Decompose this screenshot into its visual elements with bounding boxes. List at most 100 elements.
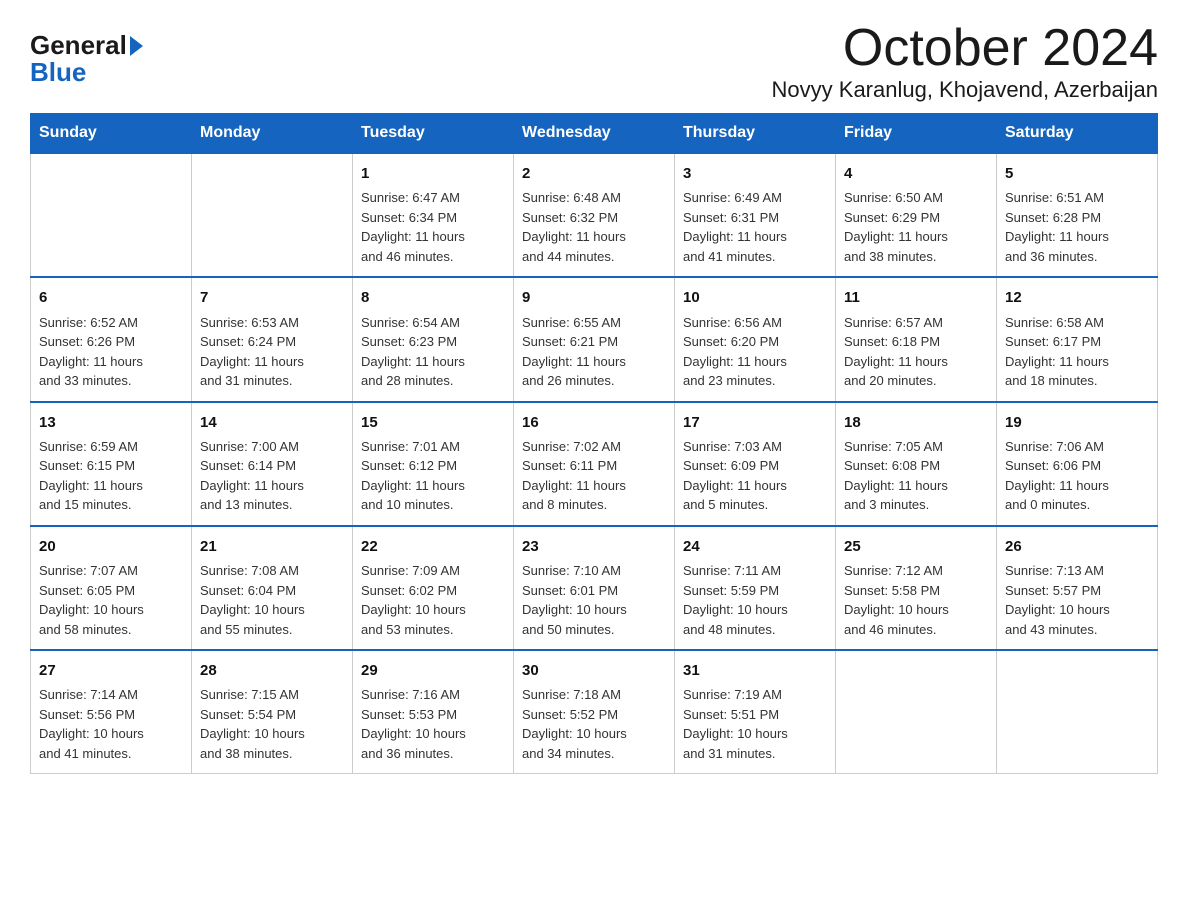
- calendar-cell: 10Sunrise: 6:56 AMSunset: 6:20 PMDayligh…: [675, 277, 836, 401]
- day-info: Sunrise: 6:51 AMSunset: 6:28 PMDaylight:…: [1005, 188, 1149, 266]
- calendar-cell: 6Sunrise: 6:52 AMSunset: 6:26 PMDaylight…: [31, 277, 192, 401]
- calendar-cell: 2 Sunrise: 6:48 AMSunset: 6:32 PMDaylight…: [514, 153, 675, 277]
- day-number: 3: [683, 162, 827, 185]
- day-number: 4: [844, 162, 988, 185]
- day-number: 23: [522, 535, 666, 558]
- calendar-cell: 19Sunrise: 7:06 AMSunset: 6:06 PMDayligh…: [997, 402, 1158, 526]
- day-info: Sunrise: 7:07 AMSunset: 6:05 PMDaylight:…: [39, 561, 183, 639]
- day-number: 27: [39, 659, 183, 682]
- calendar-week-4: 20 Sunrise: 7:07 AMSunset: 6:05 PMDayligh…: [31, 526, 1158, 650]
- calendar-cell: [192, 153, 353, 277]
- col-header-friday: Friday: [836, 114, 997, 154]
- day-number: 12: [1005, 286, 1149, 309]
- day-number: 20: [39, 535, 183, 558]
- day-info: Sunrise: 7:14 AMSunset: 5:56 PMDaylight:…: [39, 685, 183, 763]
- calendar-cell: 31Sunrise: 7:19 AMSunset: 5:51 PMDayligh…: [675, 650, 836, 774]
- calendar-cell: 7Sunrise: 6:53 AMSunset: 6:24 PMDaylight…: [192, 277, 353, 401]
- day-info: Sunrise: 7:16 AMSunset: 5:53 PMDaylight:…: [361, 685, 505, 763]
- day-number: 5: [1005, 162, 1149, 185]
- month-title: October 2024: [772, 20, 1158, 77]
- day-info: Sunrise: 7:10 AMSunset: 6:01 PMDaylight:…: [522, 561, 666, 639]
- day-info: Sunrise: 6:52 AMSunset: 6:26 PMDaylight:…: [39, 313, 183, 391]
- day-number: 13: [39, 411, 183, 434]
- calendar-cell: 12 Sunrise: 6:58 AMSunset: 6:17 PMDayligh…: [997, 277, 1158, 401]
- calendar-cell: 25 Sunrise: 7:12 AMSunset: 5:58 PMDayligh…: [836, 526, 997, 650]
- day-number: 11: [844, 286, 988, 309]
- calendar-week-5: 27 Sunrise: 7:14 AMSunset: 5:56 PMDayligh…: [31, 650, 1158, 774]
- calendar-cell: 13 Sunrise: 6:59 AMSunset: 6:15 PMDayligh…: [31, 402, 192, 526]
- calendar-cell: 22Sunrise: 7:09 AMSunset: 6:02 PMDayligh…: [353, 526, 514, 650]
- col-header-wednesday: Wednesday: [514, 114, 675, 154]
- calendar-cell: 16Sunrise: 7:02 AMSunset: 6:11 PMDayligh…: [514, 402, 675, 526]
- day-info: Sunrise: 6:57 AMSunset: 6:18 PMDaylight:…: [844, 313, 988, 391]
- calendar-cell: 3 Sunrise: 6:49 AMSunset: 6:31 PMDaylight…: [675, 153, 836, 277]
- day-info: Sunrise: 6:56 AMSunset: 6:20 PMDaylight:…: [683, 313, 827, 391]
- calendar-cell: 14 Sunrise: 7:00 AMSunset: 6:14 PMDayligh…: [192, 402, 353, 526]
- day-info: Sunrise: 6:48 AMSunset: 6:32 PMDaylight:…: [522, 188, 666, 266]
- calendar-cell: 11 Sunrise: 6:57 AMSunset: 6:18 PMDayligh…: [836, 277, 997, 401]
- day-info: Sunrise: 6:59 AMSunset: 6:15 PMDaylight:…: [39, 437, 183, 515]
- calendar-body: 1 Sunrise: 6:47 AMSunset: 6:34 PMDaylight…: [31, 153, 1158, 774]
- day-number: 26: [1005, 535, 1149, 558]
- day-info: Sunrise: 7:05 AMSunset: 6:08 PMDaylight:…: [844, 437, 988, 515]
- day-number: 18: [844, 411, 988, 434]
- day-info: Sunrise: 7:18 AMSunset: 5:52 PMDaylight:…: [522, 685, 666, 763]
- calendar-cell: 29 Sunrise: 7:16 AMSunset: 5:53 PMDayligh…: [353, 650, 514, 774]
- calendar-header: SundayMondayTuesdayWednesdayThursdayFrid…: [31, 114, 1158, 154]
- col-header-saturday: Saturday: [997, 114, 1158, 154]
- day-info: Sunrise: 6:58 AMSunset: 6:17 PMDaylight:…: [1005, 313, 1149, 391]
- day-info: Sunrise: 6:55 AMSunset: 6:21 PMDaylight:…: [522, 313, 666, 391]
- day-number: 19: [1005, 411, 1149, 434]
- title-area: October 2024 Novyy Karanlug, Khojavend, …: [772, 20, 1158, 103]
- day-info: Sunrise: 7:03 AMSunset: 6:09 PMDaylight:…: [683, 437, 827, 515]
- day-number: 15: [361, 411, 505, 434]
- calendar-cell: 26Sunrise: 7:13 AMSunset: 5:57 PMDayligh…: [997, 526, 1158, 650]
- calendar-cell: 5 Sunrise: 6:51 AMSunset: 6:28 PMDaylight…: [997, 153, 1158, 277]
- calendar-cell: 18 Sunrise: 7:05 AMSunset: 6:08 PMDayligh…: [836, 402, 997, 526]
- calendar-cell: 21Sunrise: 7:08 AMSunset: 6:04 PMDayligh…: [192, 526, 353, 650]
- day-number: 9: [522, 286, 666, 309]
- calendar-cell: 17 Sunrise: 7:03 AMSunset: 6:09 PMDayligh…: [675, 402, 836, 526]
- calendar-cell: 15 Sunrise: 7:01 AMSunset: 6:12 PMDayligh…: [353, 402, 514, 526]
- calendar-table: SundayMondayTuesdayWednesdayThursdayFrid…: [30, 113, 1158, 774]
- calendar-cell: [31, 153, 192, 277]
- calendar-cell: 23 Sunrise: 7:10 AMSunset: 6:01 PMDayligh…: [514, 526, 675, 650]
- day-info: Sunrise: 7:02 AMSunset: 6:11 PMDaylight:…: [522, 437, 666, 515]
- day-info: Sunrise: 6:50 AMSunset: 6:29 PMDaylight:…: [844, 188, 988, 266]
- calendar-week-3: 13 Sunrise: 6:59 AMSunset: 6:15 PMDayligh…: [31, 402, 1158, 526]
- day-info: Sunrise: 7:12 AMSunset: 5:58 PMDaylight:…: [844, 561, 988, 639]
- day-info: Sunrise: 7:08 AMSunset: 6:04 PMDaylight:…: [200, 561, 344, 639]
- day-info: Sunrise: 6:49 AMSunset: 6:31 PMDaylight:…: [683, 188, 827, 266]
- day-info: Sunrise: 7:15 AMSunset: 5:54 PMDaylight:…: [200, 685, 344, 763]
- day-info: Sunrise: 7:00 AMSunset: 6:14 PMDaylight:…: [200, 437, 344, 515]
- day-number: 24: [683, 535, 827, 558]
- header-row: SundayMondayTuesdayWednesdayThursdayFrid…: [31, 114, 1158, 154]
- calendar-cell: 8Sunrise: 6:54 AMSunset: 6:23 PMDaylight…: [353, 277, 514, 401]
- calendar-cell: 20 Sunrise: 7:07 AMSunset: 6:05 PMDayligh…: [31, 526, 192, 650]
- calendar-cell: [997, 650, 1158, 774]
- col-header-tuesday: Tuesday: [353, 114, 514, 154]
- calendar-cell: 24 Sunrise: 7:11 AMSunset: 5:59 PMDayligh…: [675, 526, 836, 650]
- day-number: 2: [522, 162, 666, 185]
- day-number: 17: [683, 411, 827, 434]
- day-info: Sunrise: 7:09 AMSunset: 6:02 PMDaylight:…: [361, 561, 505, 639]
- day-number: 25: [844, 535, 988, 558]
- logo-blue-text: Blue: [30, 57, 143, 88]
- col-header-thursday: Thursday: [675, 114, 836, 154]
- day-number: 29: [361, 659, 505, 682]
- day-info: Sunrise: 6:47 AMSunset: 6:34 PMDaylight:…: [361, 188, 505, 266]
- calendar-cell: 1 Sunrise: 6:47 AMSunset: 6:34 PMDaylight…: [353, 153, 514, 277]
- day-info: Sunrise: 6:54 AMSunset: 6:23 PMDaylight:…: [361, 313, 505, 391]
- logo-arrow-icon: [130, 36, 143, 56]
- calendar-cell: [836, 650, 997, 774]
- calendar-week-2: 6Sunrise: 6:52 AMSunset: 6:26 PMDaylight…: [31, 277, 1158, 401]
- day-number: 1: [361, 162, 505, 185]
- day-info: Sunrise: 7:11 AMSunset: 5:59 PMDaylight:…: [683, 561, 827, 639]
- calendar-cell: 4 Sunrise: 6:50 AMSunset: 6:29 PMDaylight…: [836, 153, 997, 277]
- day-info: Sunrise: 7:01 AMSunset: 6:12 PMDaylight:…: [361, 437, 505, 515]
- calendar-cell: 30Sunrise: 7:18 AMSunset: 5:52 PMDayligh…: [514, 650, 675, 774]
- day-number: 28: [200, 659, 344, 682]
- page-header: General Blue October 2024 Novyy Karanlug…: [30, 20, 1158, 103]
- day-number: 14: [200, 411, 344, 434]
- col-header-monday: Monday: [192, 114, 353, 154]
